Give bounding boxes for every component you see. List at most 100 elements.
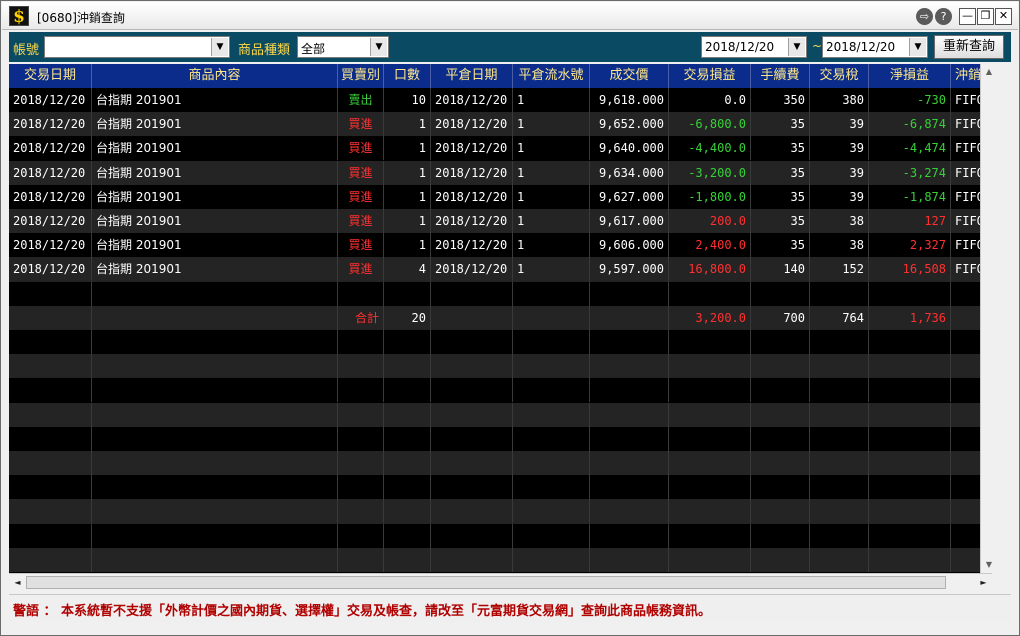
- table-row[interactable]: 2018/12/20 台指期 201901 買進 1 2018/12/20 1 9,640.…: [9, 136, 980, 161]
- vertical-scrollbar[interactable]: ▲ ▼: [980, 64, 997, 573]
- cell-product: 台指期 201901: [92, 209, 338, 233]
- close-icon[interactable]: ✕: [995, 8, 1012, 25]
- column-header-method[interactable]: 沖銷類: [951, 64, 980, 88]
- cell-pnl: [669, 451, 751, 475]
- table-row[interactable]: 2018/12/20 台指期 201901 買進 4 2018/12/20 1 9,597.…: [9, 257, 980, 282]
- cell-product: [92, 402, 338, 427]
- cell-price: [590, 378, 669, 403]
- date-separator: ~: [812, 39, 823, 53]
- cell-product: [92, 451, 338, 475]
- table-row[interactable]: 2018/12/20 台指期 201901 買進 1 2018/12/20 1 9,606.…: [9, 233, 980, 258]
- cell-tax: [810, 426, 869, 451]
- cell-pnl: [669, 426, 751, 451]
- category-select[interactable]: 全部 ▼: [297, 36, 389, 58]
- grid-header: 交易日期 商品內容 買賣別 口數 平倉日期 平倉流水號 成交價 交易損益 手續費 交易稅 淨損益 沖銷…: [9, 64, 980, 88]
- cell-side: [338, 426, 384, 451]
- help-icon[interactable]: ?: [935, 8, 952, 25]
- cell-date: 2018/12/20: [9, 136, 92, 161]
- cell-price: 9,640.000: [590, 136, 669, 161]
- cell-date: [9, 426, 92, 451]
- account-select[interactable]: ▼: [44, 36, 230, 58]
- cell-date: [9, 402, 92, 427]
- table-row[interactable]: 2018/12/20 台指期 201901 買進 1 2018/12/20 1 9,617.…: [9, 209, 980, 234]
- restore-icon[interactable]: ❐: [977, 8, 994, 25]
- scroll-right-icon[interactable]: ►: [975, 574, 992, 591]
- cell-method: [951, 499, 980, 523]
- horizontal-scroll-thumb[interactable]: [26, 576, 946, 589]
- column-header-date[interactable]: 交易日期: [9, 64, 92, 88]
- category-value: 全部: [301, 42, 326, 56]
- offset-results-grid[interactable]: 交易日期 商品內容 買賣別 口數 平倉日期 平倉流水號 成交價 交易損益 手續費 交易稅 淨損益 沖銷…: [9, 64, 980, 573]
- column-header-product[interactable]: 商品內容: [92, 64, 338, 88]
- cell-pnl: [669, 330, 751, 354]
- table-row[interactable]: 2018/12/20 台指期 201901 買進 1 2018/12/20 1 9,652.…: [9, 112, 980, 137]
- column-header-side[interactable]: 買賣別: [338, 64, 384, 88]
- cell-tax: [810, 354, 869, 379]
- cell-qty: 10: [384, 88, 431, 112]
- column-header-qty[interactable]: 口數: [384, 64, 431, 88]
- cell-close-date: [431, 426, 513, 451]
- cell-net: [869, 547, 951, 572]
- table-row[interactable]: 2018/12/20 台指期 201901 買進 1 2018/12/20 1 9,634.…: [9, 160, 980, 185]
- chevron-down-icon[interactable]: ▼: [370, 38, 387, 56]
- cell-pnl: [669, 281, 751, 306]
- navigate-icon[interactable]: ⇨: [916, 8, 933, 25]
- title-bar[interactable]: $ [0680]沖銷查詢 ⇨ ? — ❐ ✕: [2, 2, 1018, 30]
- horizontal-scrollbar[interactable]: ◄ ►: [9, 573, 992, 591]
- window-title: [0680]沖銷查詢: [37, 11, 125, 25]
- cell-product: 台指期 201901: [92, 257, 338, 282]
- scroll-down-icon[interactable]: ▼: [981, 557, 997, 573]
- chevron-down-icon[interactable]: ▼: [788, 38, 805, 56]
- empty-row[interactable]: [9, 330, 980, 355]
- cell-tax: [810, 499, 869, 524]
- empty-row[interactable]: [9, 281, 980, 306]
- requery-button[interactable]: 重新查詢: [934, 35, 1004, 59]
- column-header-tax[interactable]: 交易稅: [810, 64, 869, 88]
- column-header-net[interactable]: 淨損益: [869, 64, 951, 88]
- cell-fee: [751, 547, 810, 572]
- empty-row[interactable]: [9, 354, 980, 379]
- chevron-down-icon[interactable]: ▼: [909, 38, 926, 56]
- column-header-close-date[interactable]: 平倉日期: [431, 64, 513, 88]
- cell-price: [590, 354, 669, 379]
- minimize-icon[interactable]: —: [959, 8, 976, 25]
- scroll-up-icon[interactable]: ▲: [981, 64, 997, 80]
- cell-qty: [384, 475, 431, 500]
- column-header-price[interactable]: 成交價: [590, 64, 669, 88]
- cell-method: FIFO: [951, 209, 980, 233]
- empty-row[interactable]: [9, 378, 980, 403]
- empty-row[interactable]: [9, 523, 980, 548]
- cell-serial: [513, 523, 590, 548]
- column-header-pnl[interactable]: 交易損益: [669, 64, 751, 88]
- column-header-fee[interactable]: 手續費: [751, 64, 810, 88]
- table-row[interactable]: 2018/12/20 台指期 201901 買進 1 2018/12/20 1 9,627.…: [9, 184, 980, 209]
- empty-row[interactable]: [9, 426, 980, 451]
- date-to-picker[interactable]: 2018/12/20 ▼: [822, 36, 928, 58]
- cell-qty: 1: [384, 160, 431, 185]
- cell-product: 台指期 201901: [92, 136, 338, 161]
- empty-row[interactable]: [9, 475, 980, 500]
- date-from-picker[interactable]: 2018/12/20 ▼: [701, 36, 807, 58]
- empty-row[interactable]: [9, 547, 980, 572]
- cell-close-date: 2018/12/20: [431, 233, 513, 258]
- date-to-value: 2018/12/20: [826, 40, 896, 54]
- cell-qty: 1: [384, 112, 431, 137]
- scroll-left-icon[interactable]: ◄: [9, 574, 26, 591]
- empty-row[interactable]: [9, 402, 980, 427]
- cell-tax: [810, 402, 869, 427]
- cell-serial: [513, 475, 590, 500]
- column-header-serial[interactable]: 平倉流水號: [513, 64, 590, 88]
- cell-price: [590, 451, 669, 475]
- cell-price: 9,617.000: [590, 209, 669, 233]
- cell-price: 9,652.000: [590, 112, 669, 137]
- cell-method: [951, 524, 980, 548]
- empty-row[interactable]: [9, 499, 980, 524]
- table-row[interactable]: 2018/12/20 台指期 201901 賣出 10 2018/12/20 1 9,618…: [9, 88, 980, 113]
- cell-qty: [384, 426, 431, 451]
- empty-row[interactable]: [9, 451, 980, 476]
- cell-serial: [513, 305, 590, 330]
- cell-serial: [513, 281, 590, 306]
- cell-fee: 35: [751, 209, 810, 233]
- chevron-down-icon[interactable]: ▼: [211, 38, 228, 56]
- total-row[interactable]: 合計 20 3,200.0 700 764 1,736: [9, 305, 980, 330]
